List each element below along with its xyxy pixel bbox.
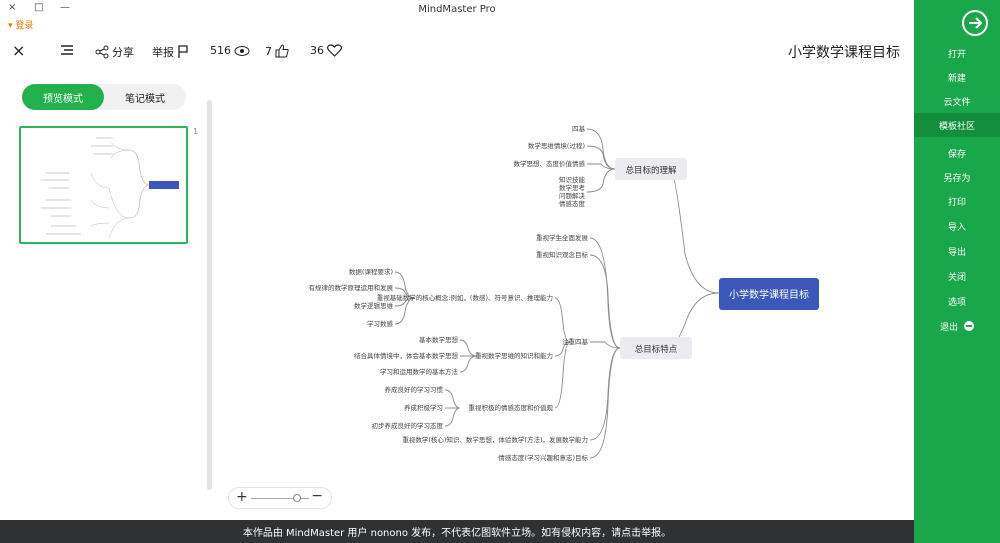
favorites-count: 36: [310, 44, 324, 57]
zoom-out-button[interactable]: −: [311, 488, 323, 504]
minus-circle-icon: [964, 321, 974, 331]
share-label: 分享: [112, 46, 134, 59]
b1-leaf-2: 数学思想、态度价值情感: [514, 159, 586, 168]
g0-leaf-2: 数学逻辑思维: [354, 301, 394, 310]
group-1: 重视数学思维的知识和能力: [475, 351, 553, 360]
mindmaster-app: × □ — ▾ 登录 MindMaster Pro × 分享 举报 516 7 …: [0, 0, 1000, 543]
close-icon[interactable]: ×: [12, 41, 25, 60]
root-node-label: 小学数学课程目标: [729, 288, 809, 301]
sidebar-item-template-community[interactable]: 模板社区: [914, 113, 1000, 137]
left-panel: 预览模式 笔记模式 1: [0, 74, 200, 520]
b2-child-1: 重视知识观念目标: [536, 250, 589, 259]
page-number: 1: [193, 127, 199, 136]
share-icon: [95, 45, 109, 59]
g0-leaf-3: 学习数感: [367, 319, 394, 328]
page-thumbnail[interactable]: [19, 126, 188, 244]
views-counter: 516: [210, 44, 250, 57]
thumbnail-preview: [41, 137, 179, 239]
mode-switch: 预览模式 笔记模式: [22, 84, 186, 110]
connector-b2-c3: [589, 347, 621, 441]
flag-icon: [178, 45, 188, 58]
left-panel-scrollbar[interactable]: [207, 100, 212, 490]
sidebar-item-save-as[interactable]: 另存为: [914, 165, 1000, 189]
b1-leaf-3d: 情感态度: [559, 199, 586, 208]
share-button[interactable]: 分享: [95, 44, 134, 60]
b1-leaf-3a: 知识技能: [559, 175, 586, 184]
g1-leaf-0: 基本数学思想: [419, 335, 459, 344]
zoom-control: + −: [228, 487, 332, 509]
favorite-button[interactable]: 36: [310, 44, 342, 57]
g0-leaf-0: 数据(课程要求): [349, 267, 393, 276]
branch-node-2-label: 总目标特点: [635, 344, 678, 355]
connector-c2-g2: [554, 341, 571, 409]
g0-leaf-1: 有规律的数学原理运用和发展: [309, 283, 394, 292]
g1-leaf-1: 结合具体情境中，体会基本数学思想: [354, 351, 459, 360]
connector-b1-l3: [586, 168, 616, 193]
mindmap-canvas[interactable]: 小学数学课程目标 总目标的理解 四基 数学思维情境(过程) 数学思想、态度价值情…: [215, 74, 914, 520]
sidebar-item-new[interactable]: 新建: [914, 65, 1000, 89]
menu-button[interactable]: [60, 44, 74, 56]
g1-leaf-2: 学习和运用数学的基本方法: [380, 367, 459, 376]
connector-b1-l0: [586, 128, 616, 170]
list-icon: [61, 45, 73, 55]
heart-icon: [327, 44, 342, 57]
zoom-in-button[interactable]: +: [236, 489, 248, 505]
arrow-right-icon: [969, 17, 983, 29]
sidebar-item-save[interactable]: 保存: [914, 141, 1000, 165]
sidebar-item-cloud-files[interactable]: 云文件: [914, 89, 1000, 113]
connector-g2-l0: [444, 389, 461, 409]
g2-leaf-2: 初步养成良好的学习态度: [372, 421, 444, 430]
b1-leaf-3b: 数学思考: [559, 183, 586, 192]
sidebar-item-close[interactable]: 关闭: [914, 264, 1000, 288]
connector-b2-c4: [589, 347, 621, 459]
sidebar-item-import[interactable]: 导入: [914, 214, 1000, 238]
group-2: 重视积极的情感态度和价值观: [469, 403, 554, 412]
thumbs-up-icon: [275, 44, 289, 58]
connector-b1-l1: [586, 145, 616, 170]
sidebar-item-open[interactable]: 打开: [914, 41, 1000, 65]
connector-g2-l2: [444, 407, 461, 427]
b2-child-0: 重视学生全面发展: [536, 233, 589, 242]
sidebar-item-export[interactable]: 导出: [914, 239, 1000, 263]
back-arrow-button[interactable]: [962, 10, 988, 36]
b2-child-3: 重视数学(核心)知识、数学思想，体验数学(方法)，发展数学能力: [402, 435, 588, 444]
preview-mode-tab[interactable]: 预览模式: [22, 84, 104, 110]
group-0: 重视基础数学的核心概念:例如，(数感)、符号意识、推理能力: [377, 293, 553, 302]
b1-leaf-0: 四基: [572, 124, 586, 133]
b1-leaf-1: 数学思维情境(过程): [528, 141, 585, 150]
g2-leaf-1: 养成积极学习: [404, 403, 443, 412]
title-bar: × □ — ▾ 登录 MindMaster Pro: [0, 0, 914, 31]
mindmap-svg: 小学数学课程目标 总目标的理解 四基 数学思维情境(过程) 数学思想、态度价值情…: [309, 124, 819, 462]
exit-label: 退出: [939, 322, 958, 333]
eye-icon: [234, 45, 250, 56]
connector-c2-g0: [554, 297, 571, 343]
zoom-slider-handle[interactable]: [293, 494, 301, 502]
connector-root-b1: [669, 168, 720, 294]
views-count: 516: [210, 44, 231, 57]
connector-b2-c0: [589, 237, 621, 349]
likes-count: 7: [265, 44, 272, 58]
window-title: MindMaster Pro: [418, 4, 496, 15]
b1-leaf-3c: 问题解决: [559, 191, 586, 200]
branch-node-1-label: 总目标的理解: [625, 165, 677, 176]
toolbar: × 分享 举报 516 7 36 小学数学课程目标: [0, 30, 914, 74]
sidebar-item-exit[interactable]: 退出: [914, 314, 1000, 338]
b2-child-4: 情感态度(学习兴趣和意志)目标: [498, 453, 588, 462]
g2-leaf-0: 养成良好的学习习惯: [385, 385, 444, 394]
sidebar-item-print[interactable]: 打印: [914, 189, 1000, 213]
report-label: 举报: [152, 46, 174, 59]
footer-notice[interactable]: 本作品由 MindMaster 用户 nonono 发布，不代表亿图软件立场。如…: [0, 520, 914, 543]
notes-mode-tab[interactable]: 笔记模式: [104, 84, 186, 110]
like-button[interactable]: 7: [265, 44, 289, 58]
sidebar-item-options[interactable]: 选项: [914, 289, 1000, 313]
b2-child-2: 注重四基: [562, 337, 589, 346]
document-title: 小学数学课程目标: [788, 45, 900, 61]
report-button[interactable]: 举报: [152, 44, 189, 60]
